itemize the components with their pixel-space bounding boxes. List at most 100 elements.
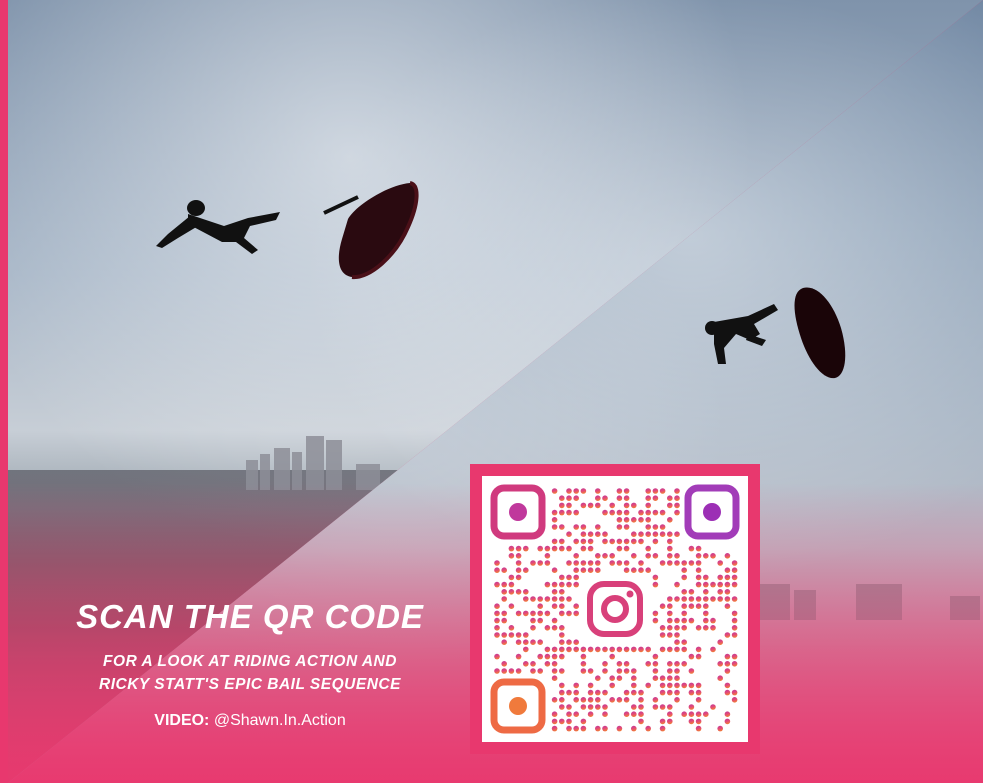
qr-dot bbox=[551, 617, 558, 624]
qr-dot bbox=[551, 567, 558, 573]
qr-dot bbox=[523, 610, 529, 617]
qr-dot bbox=[559, 653, 565, 660]
qr-dot bbox=[667, 682, 673, 689]
qr-dot bbox=[652, 524, 659, 530]
qr-dot bbox=[530, 661, 536, 667]
qr-dot bbox=[551, 538, 558, 545]
qr-dot bbox=[595, 725, 601, 732]
qr-dot bbox=[681, 574, 687, 581]
qr-dot bbox=[674, 531, 680, 537]
qr-dot bbox=[523, 545, 529, 552]
qr-dot bbox=[609, 560, 615, 566]
qr-dot bbox=[710, 553, 716, 559]
qr-dot bbox=[638, 509, 644, 516]
qr-dot bbox=[731, 574, 738, 581]
qr-dot bbox=[559, 704, 565, 710]
qr-dot bbox=[623, 711, 630, 717]
qr-dot bbox=[602, 495, 608, 501]
qr-dot bbox=[566, 581, 572, 588]
qr-dot bbox=[573, 567, 579, 573]
qr-dot bbox=[566, 596, 572, 602]
qr-dot bbox=[602, 689, 608, 696]
qr-dot bbox=[695, 689, 702, 696]
qr-dot bbox=[667, 689, 673, 696]
qr-dot bbox=[652, 653, 659, 660]
qr-dot bbox=[645, 517, 651, 523]
qr-dot bbox=[674, 495, 680, 501]
qr-dot bbox=[674, 596, 680, 602]
qr-dot bbox=[710, 581, 716, 588]
qr-dot bbox=[537, 617, 543, 624]
qr-dot bbox=[638, 560, 644, 566]
qr-dot bbox=[645, 661, 651, 667]
qr-dot bbox=[659, 531, 666, 537]
qr-dot bbox=[659, 632, 666, 638]
qr-dot bbox=[580, 646, 587, 653]
qr-dot bbox=[501, 610, 507, 617]
qr-dot bbox=[674, 675, 680, 681]
qr-dot bbox=[573, 603, 579, 609]
qr-dot bbox=[494, 632, 500, 638]
qr-dot bbox=[551, 725, 558, 732]
qr-dot bbox=[537, 603, 543, 609]
qr-dot bbox=[530, 639, 536, 645]
qr-dot bbox=[587, 560, 594, 566]
qr-dot bbox=[623, 495, 630, 501]
qr-dot bbox=[530, 617, 536, 624]
qr-dot bbox=[667, 646, 673, 653]
qr-dot bbox=[638, 538, 644, 545]
qr-code[interactable] bbox=[482, 476, 748, 742]
qr-dot bbox=[710, 704, 716, 710]
qr-dot bbox=[515, 589, 522, 595]
qr-dot bbox=[674, 661, 680, 667]
qr-dot bbox=[559, 509, 565, 516]
qr-dot bbox=[501, 632, 507, 638]
rider-silhouette-right bbox=[705, 304, 778, 364]
qr-dot bbox=[566, 531, 572, 537]
qr-dot bbox=[551, 697, 558, 703]
qr-dot bbox=[523, 589, 529, 595]
qr-dot bbox=[616, 697, 623, 703]
qr-dot bbox=[501, 567, 507, 573]
qr-dot bbox=[631, 704, 637, 710]
qr-dot bbox=[645, 725, 651, 732]
qr-dot bbox=[717, 574, 723, 581]
qr-dot bbox=[551, 668, 558, 674]
qr-dot bbox=[573, 538, 579, 545]
city-skyline-left bbox=[246, 436, 380, 490]
qr-dot bbox=[638, 697, 644, 703]
qr-dot bbox=[645, 646, 651, 653]
qr-dot bbox=[573, 711, 579, 717]
qr-dot bbox=[731, 653, 738, 660]
qr-dot bbox=[623, 697, 630, 703]
qr-dot bbox=[551, 488, 558, 494]
video-credit-label: VIDEO: bbox=[154, 712, 210, 729]
qr-dot bbox=[580, 668, 587, 674]
qr-dot bbox=[523, 646, 529, 653]
qr-dot bbox=[710, 646, 716, 653]
qr-dot bbox=[631, 567, 637, 573]
qr-dot bbox=[616, 538, 623, 545]
qr-dot bbox=[638, 646, 644, 653]
qr-dot bbox=[602, 538, 608, 545]
qr-finder-top-left bbox=[490, 484, 546, 540]
qr-dot bbox=[674, 488, 680, 494]
qr-dot bbox=[501, 617, 507, 624]
qr-dot bbox=[659, 560, 666, 566]
qr-dot bbox=[717, 675, 723, 681]
qr-dot bbox=[508, 574, 515, 581]
qr-dot bbox=[667, 625, 673, 631]
qr-dot bbox=[508, 625, 515, 631]
qr-dot bbox=[688, 704, 695, 710]
qr-dot bbox=[580, 488, 587, 494]
qr-dot bbox=[559, 689, 565, 696]
qr-dot bbox=[595, 704, 601, 710]
qr-dot bbox=[659, 625, 666, 631]
qr-dot bbox=[501, 668, 507, 674]
qr-dot bbox=[695, 653, 702, 660]
qr-dot bbox=[573, 524, 579, 530]
qr-dot bbox=[515, 632, 522, 638]
qr-dot bbox=[573, 639, 579, 645]
qr-dot bbox=[667, 632, 673, 638]
scan-cta: SCAN THE QR CODE FOR A LOOK AT RIDING AC… bbox=[60, 598, 440, 730]
